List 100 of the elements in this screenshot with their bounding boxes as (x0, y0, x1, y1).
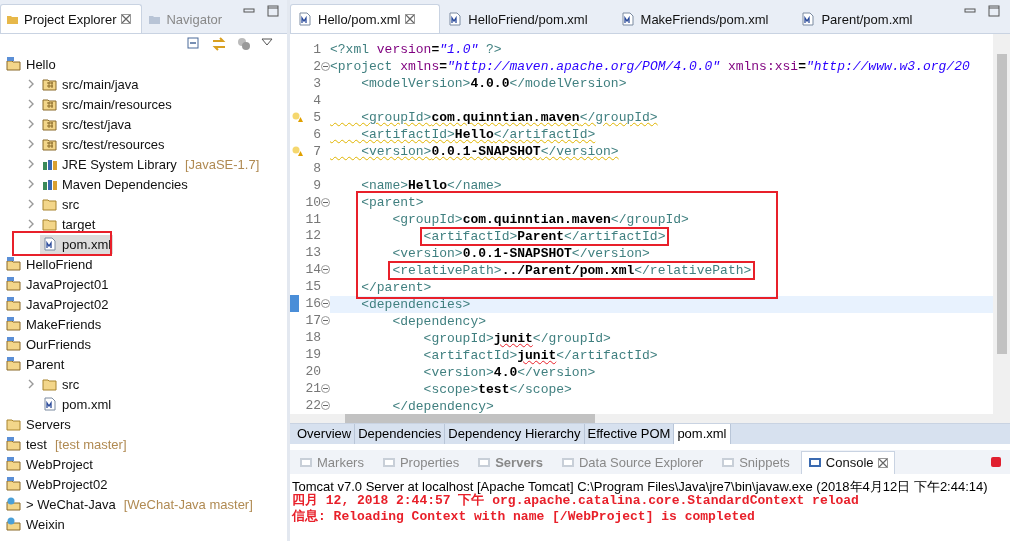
line-number: 1 (313, 41, 321, 57)
page-tab[interactable]: Overview (294, 424, 356, 444)
tree-item[interactable]: pom.xml (40, 394, 114, 414)
tree-item[interactable]: Servers (4, 414, 73, 434)
page-tab[interactable]: pom.xml (674, 424, 731, 444)
tree-item[interactable]: target (40, 214, 98, 234)
tree-item[interactable]: JRE System Library [JavaSE-1.7] (40, 154, 262, 174)
line-number: 14 (305, 262, 321, 278)
project-folder-icon (6, 257, 22, 271)
close-icon[interactable] (405, 14, 416, 24)
folder-icon (42, 217, 58, 231)
folder-icon (6, 417, 22, 431)
chevron-right-icon[interactable] (27, 99, 35, 109)
package-folder-icon (42, 137, 58, 151)
tree-item[interactable]: Hello (4, 54, 58, 74)
xml-file-icon (42, 237, 58, 251)
fold-icon[interactable] (321, 265, 330, 275)
line-number: 22 (305, 398, 321, 413)
page-tab[interactable]: Dependency Hierarchy (445, 424, 585, 444)
line-number: 9 (313, 177, 321, 193)
stop-icon[interactable] (990, 456, 1002, 468)
view-menu-icon[interactable] (261, 37, 273, 47)
tree-item[interactable]: test [test master] (4, 434, 129, 454)
line-number: 7 (313, 143, 321, 159)
tree-item[interactable]: MakeFriends (4, 314, 104, 334)
tree-item[interactable]: Maven Dependencies (40, 174, 190, 194)
editor-tab[interactable]: Parent/pom.xml (793, 4, 938, 33)
fold-icon[interactable] (321, 401, 330, 410)
code-line: <name>Hello</name> (360, 177, 503, 194)
line-number: 5 (313, 109, 321, 125)
view-icon (807, 456, 822, 469)
chevron-right-icon[interactable] (27, 179, 35, 189)
code-line: <groupId>junit</groupId> (422, 330, 612, 347)
minimize-icon[interactable] (964, 5, 976, 16)
close-icon[interactable] (877, 457, 888, 468)
view-tab[interactable]: Project Explorer (0, 4, 143, 33)
chevron-right-icon[interactable] (27, 379, 35, 389)
tree-item[interactable]: pom.xml (40, 234, 114, 254)
chevron-right-icon[interactable] (27, 159, 35, 169)
tree-item[interactable]: src/main/java (40, 74, 141, 94)
tree-item[interactable]: Parent (4, 354, 67, 374)
tree-item[interactable]: src/test/resources (40, 134, 167, 154)
maximize-icon[interactable] (267, 4, 280, 17)
line-number: 12 (305, 228, 321, 244)
maximize-icon[interactable] (988, 4, 1000, 17)
fold-icon[interactable] (321, 299, 330, 309)
tree-item[interactable]: WebProject (4, 454, 95, 474)
scrollbar-thumb[interactable] (996, 54, 1007, 354)
link-arrows-icon[interactable] (211, 37, 227, 51)
tree-item[interactable]: > WeChat-Java [WeChat-Java master] (4, 494, 255, 514)
chevron-right-icon[interactable] (27, 119, 35, 129)
fold-icon[interactable] (321, 316, 330, 326)
code-line: <parent> (360, 194, 425, 211)
project-folder-icon (6, 297, 22, 311)
folder-icon (42, 377, 58, 391)
code-line: <modelVersion>4.0.0</modelVersion> (360, 75, 628, 92)
tree-item[interactable]: JavaProject02 (4, 294, 111, 314)
globe-folder-icon (6, 517, 22, 531)
folder-icon (42, 197, 58, 211)
tree-item[interactable]: HelloFriend (4, 254, 95, 274)
code-line: <relativePath>../Parent/pom.xml</relativePath> (391, 262, 753, 279)
xml-file-icon (42, 397, 58, 411)
editor-tab[interactable]: HelloFriend/pom.xml (440, 4, 613, 33)
editor-tab[interactable]: MakeFriends/pom.xml (612, 4, 794, 33)
project-folder-icon (6, 357, 22, 371)
collapse-all-icon[interactable] (187, 37, 201, 51)
page-tab[interactable]: Dependencies (355, 424, 446, 444)
chevron-right-icon[interactable] (27, 79, 35, 89)
scrollbar-thumb[interactable] (345, 414, 595, 423)
tree-item[interactable]: OurFriends (4, 334, 94, 354)
close-icon[interactable] (121, 14, 132, 24)
tree-item[interactable]: src (40, 374, 82, 394)
xml-file-icon (297, 12, 313, 26)
project-folder-icon (6, 317, 22, 331)
xml-file-icon (619, 12, 636, 26)
fold-icon[interactable] (321, 197, 330, 207)
fold-icon[interactable] (321, 61, 330, 71)
line-number: 4 (313, 92, 321, 108)
view-tab[interactable]: Console (800, 450, 895, 474)
code-line: <scope>test</scope> (422, 381, 573, 398)
tree-item[interactable]: Weixin (4, 514, 67, 534)
tree-item[interactable]: JavaProject01 (4, 274, 111, 294)
tree-item[interactable]: src/main/resources (40, 94, 174, 114)
repo-decoration: [JavaSE-1.7] (184, 156, 260, 172)
tree-item[interactable]: src/test/java (40, 114, 134, 134)
editor-tab[interactable]: Hello/pom.xml (290, 4, 441, 33)
fold-icon[interactable] (321, 384, 330, 394)
project-folder-icon (6, 477, 22, 491)
chevron-right-icon[interactable] (27, 139, 35, 149)
chevron-right-icon[interactable] (27, 219, 35, 229)
project-folder-icon (6, 57, 22, 71)
filter-dots-icon[interactable] (237, 37, 251, 51)
folder-icon (7, 13, 19, 25)
code-line: <groupId>com.quinntian.maven</groupId> (360, 109, 659, 126)
chevron-right-icon[interactable] (27, 199, 35, 209)
tree-item[interactable]: src (40, 194, 82, 214)
line-number: 19 (305, 347, 321, 363)
globe-folder-icon (6, 497, 22, 511)
tree-item[interactable]: WebProject02 (4, 474, 110, 494)
minimize-icon[interactable] (243, 5, 256, 16)
